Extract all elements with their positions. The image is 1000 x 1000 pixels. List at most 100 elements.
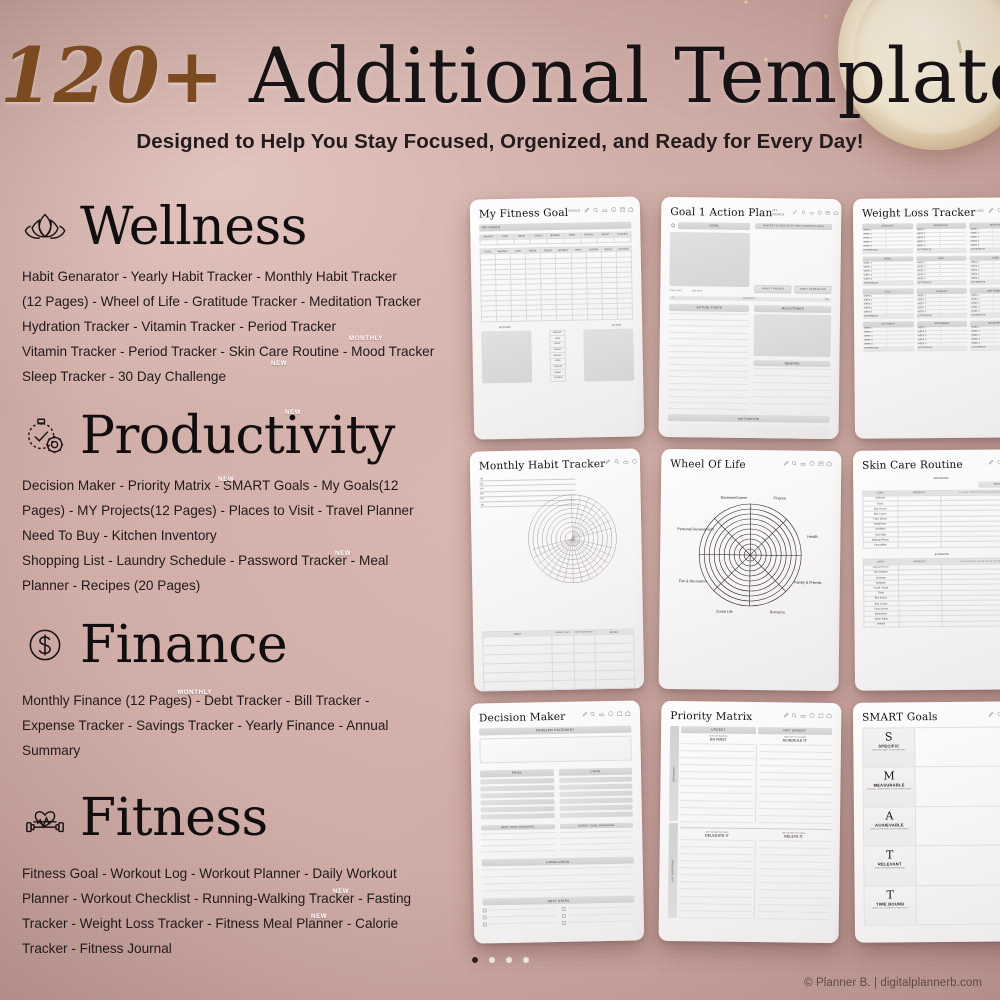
template-card-smart-goals[interactable]: SMART Goals S SPECIFIC WHAT DO I WANT TO… — [852, 701, 1000, 943]
week-row[interactable]: DIFFERENCE — [862, 248, 914, 254]
smart-row-measurable[interactable]: M MEASURABLE HOW WILL I KNOW WHEN IT IS … — [863, 766, 1000, 808]
template-card-wheel-of-life[interactable]: Wheel Of Life Business/Career Finance He… — [658, 448, 842, 692]
eraser-icon[interactable] — [809, 210, 814, 216]
best-case-list[interactable] — [481, 832, 556, 853]
month-block[interactable]: July WEEK 1 WEEK 2 WEEK 3 WEEK 4 WEEK 5 DIFFER… — [862, 288, 914, 319]
worst-case-list[interactable] — [559, 830, 634, 852]
calendar-icon[interactable] — [818, 461, 824, 467]
smart-input[interactable] — [916, 806, 1000, 845]
calendar-icon[interactable] — [640, 458, 645, 464]
progress-bar[interactable]: 0 PROGRESS 100 — [669, 295, 832, 302]
table-row[interactable] — [483, 679, 635, 692]
problem-statement-input[interactable] — [479, 735, 632, 764]
search-icon[interactable] — [614, 459, 620, 465]
card-toolbar[interactable]: GOALS — [568, 206, 634, 214]
action-steps-list[interactable] — [667, 312, 750, 411]
month-block[interactable]: March WEEK 1 WEEK 2 WEEK 3 WEEK 4 WEEK 5 DIFFE… — [969, 222, 1000, 253]
pencil-icon[interactable] — [584, 207, 590, 213]
smart-row-specific[interactable]: S SPECIFIC WHAT DO I WANT TO ACCOMPLISH? — [863, 727, 1000, 769]
pros-list[interactable] — [480, 777, 555, 820]
smart-input[interactable] — [916, 767, 1000, 806]
card-toolbar[interactable] — [581, 710, 631, 718]
week-row[interactable]: DIFFERENCE — [863, 347, 914, 352]
quadrant-do-first-list[interactable] — [679, 742, 754, 823]
checkbox-icon[interactable] — [482, 922, 487, 927]
table-row[interactable]: Retinol — [863, 620, 1000, 628]
week-row[interactable]: DIFFERENCE — [862, 281, 914, 287]
week-row[interactable]: DIFFERENCE — [970, 313, 1000, 318]
card-toolbar[interactable] — [783, 711, 833, 719]
next-steps-checklist[interactable] — [482, 905, 635, 927]
week-row[interactable]: DIFFERENCE — [916, 313, 968, 319]
pencil-icon[interactable] — [783, 712, 789, 718]
eraser-icon[interactable] — [623, 459, 629, 465]
quadrant-delegate-it-list[interactable] — [678, 838, 753, 919]
month-block[interactable]: June WEEK 1 WEEK 2 WEEK 3 WEEK 4 WEEK 5 DIFFER… — [969, 255, 1000, 286]
week-row[interactable]: DIFFERENCE — [916, 346, 968, 351]
smart-row-relevant[interactable]: T RELEVANT DOES THIS SEEM WORTHWHILE? — [864, 845, 1000, 887]
month-block[interactable]: April WEEK 1 WEEK 2 WEEK 3 WEEK 4 WEEK 5 DIFFE… — [862, 255, 914, 287]
home-icon[interactable] — [628, 206, 634, 213]
card-toolbar[interactable] — [988, 458, 1000, 465]
pencil-icon[interactable] — [988, 207, 994, 214]
search-icon[interactable] — [792, 713, 798, 719]
calendar-icon[interactable] — [616, 711, 623, 717]
template-card-priority-matrix[interactable]: Priority Matrix IMPORTANT NOT IMPORTANT … — [658, 700, 842, 944]
info-icon[interactable] — [817, 210, 822, 216]
quadrant-delete-it-list[interactable] — [753, 839, 831, 920]
card-toolbar[interactable] — [988, 710, 1000, 717]
week-row[interactable]: DIFFERENCE — [916, 248, 967, 253]
pencil-icon[interactable] — [605, 459, 611, 465]
pagination-dot[interactable] — [505, 957, 512, 963]
info-icon[interactable] — [809, 713, 815, 719]
month-block[interactable]: November WEEK 1 WEEK 2 WEEK 3 WEEK 4 WEEK 5 DI… — [916, 320, 968, 351]
search-icon[interactable] — [590, 711, 596, 717]
conclusion-input[interactable] — [481, 866, 635, 892]
cons-list[interactable] — [558, 776, 633, 818]
carousel-pagination[interactable] — [0, 957, 1000, 963]
calendar-icon[interactable] — [818, 713, 824, 719]
eraser-icon[interactable] — [800, 461, 806, 467]
home-icon[interactable] — [827, 713, 833, 719]
week-row[interactable]: DIFFERENCE — [862, 314, 914, 319]
smart-input[interactable] — [916, 846, 1000, 885]
card-toolbar[interactable] — [783, 459, 833, 467]
month-block[interactable]: October WEEK 1 WEEK 2 WEEK 3 WEEK 4 WEEK 5 DIF… — [863, 321, 914, 352]
wheel-chart[interactable]: Business/Career Finance Health Family & … — [674, 484, 826, 626]
home-icon[interactable] — [625, 710, 631, 717]
calendar-icon[interactable] — [619, 207, 625, 213]
info-icon[interactable] — [608, 711, 614, 717]
template-card-my-fitness-goal[interactable]: My Fitness Goal GOALS MY GOALS WEIGHT AR… — [469, 196, 645, 440]
smart-input[interactable] — [915, 727, 1000, 766]
pencil-icon[interactable] — [988, 711, 994, 718]
template-card-goal-1-action-plan[interactable]: Goal 1 Action Plan MY GOALS GOAL START D — [658, 196, 842, 440]
milestones-input[interactable] — [753, 313, 832, 357]
smart-input[interactable] — [917, 885, 1000, 924]
month-block[interactable]: January WEEK 1 WEEK 2 WEEK 3 WEEK 4 WEEK 5 DIF… — [862, 223, 914, 254]
pencil-icon[interactable] — [783, 460, 789, 466]
info-icon[interactable] — [632, 458, 638, 464]
before-photo-placeholder[interactable] — [481, 330, 533, 384]
habit-generator-button[interactable]: HABIT GENERATOR — [794, 285, 832, 294]
template-card-skin-care-routine[interactable]: Skin Care Routine MORNING Month Step Pro… — [852, 449, 1000, 691]
search-icon[interactable] — [792, 461, 798, 467]
week-row[interactable]: DIFFERENCE — [969, 248, 1000, 253]
motivation-input[interactable] — [667, 424, 830, 440]
month-block[interactable]: December WEEK 1 WEEK 2 WEEK 3 WEEK 4 WEEK 5 DI… — [970, 320, 1000, 351]
checkbox-icon[interactable] — [561, 913, 566, 918]
month-selector[interactable]: Month — [978, 481, 1000, 488]
week-row[interactable]: DIFFERENCE — [916, 281, 968, 286]
smart-row-time-bound[interactable]: T TIME BOUND WHEN CAN I ACCOMPLISH THIS … — [864, 885, 1000, 925]
habit-tracker-button[interactable]: HABIT TRACKER — [754, 284, 792, 294]
info-icon[interactable] — [611, 207, 617, 213]
checkbox-icon[interactable] — [482, 908, 487, 913]
pagination-dot[interactable] — [488, 957, 495, 963]
template-card-weight-loss-tracker[interactable]: Weight Loss Tracker LOG January WEEK 1 WEE… — [852, 197, 1000, 439]
search-icon[interactable] — [593, 207, 599, 213]
pencil-icon[interactable] — [988, 459, 994, 466]
calendar-icon[interactable] — [825, 210, 830, 216]
smart-row-achievable[interactable]: A ACHIEVABLE HOW CAN THE GOAL BE ACCOMPL… — [863, 806, 1000, 847]
table-row[interactable]: Foundation — [863, 541, 1000, 548]
info-icon[interactable] — [809, 461, 815, 467]
eraser-icon[interactable] — [800, 713, 806, 719]
